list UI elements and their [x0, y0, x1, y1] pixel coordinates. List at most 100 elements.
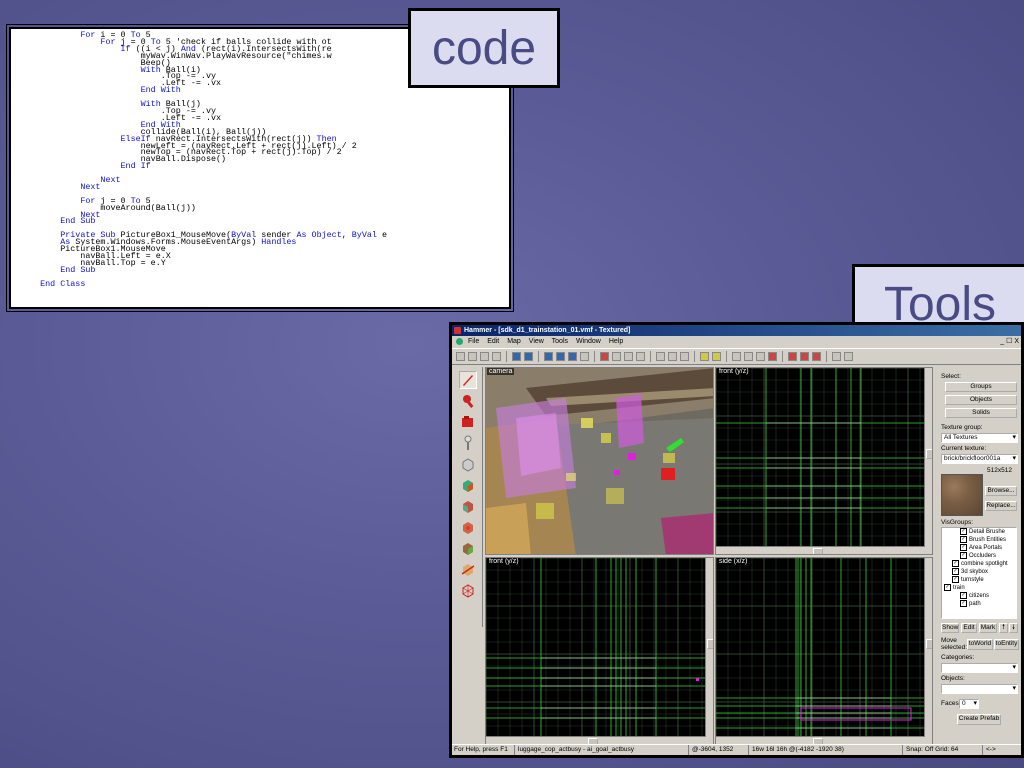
scroll-thumb[interactable] [707, 638, 713, 649]
displacement-icon[interactable] [812, 352, 821, 361]
texture-group-select[interactable]: All Textures [941, 433, 1018, 443]
visgroups-tree[interactable]: ✓ Detail Brushe ✓ Brush Entities ✓ Area Porta… [941, 527, 1017, 619]
visgroup-item[interactable]: ✓ citizens [942, 592, 1016, 600]
faces-input[interactable]: 0 [959, 699, 979, 709]
vertical-scrollbar[interactable] [924, 368, 932, 547]
cut-icon[interactable] [656, 352, 665, 361]
window-titlebar[interactable]: Hammer - [sdk_d1_trainstation_01.vmf - T… [452, 325, 1021, 336]
vertex-tool[interactable] [459, 581, 477, 599]
grid-smaller-icon[interactable] [480, 352, 489, 361]
entity-report-icon[interactable] [768, 352, 777, 361]
current-texture-select[interactable]: brick/brickfloor001a [941, 454, 1018, 464]
magnify-tool[interactable] [459, 392, 477, 410]
objects-select[interactable] [941, 684, 1018, 694]
create-prefab-button[interactable]: Create Prefab [957, 714, 1001, 725]
texture-app-icon[interactable] [756, 352, 765, 361]
to-world-button[interactable]: toWorld [967, 639, 993, 650]
group-icon[interactable] [512, 352, 521, 361]
visgroup-item[interactable]: ✓ 3d skybox [942, 568, 1016, 576]
side-viewport[interactable]: side (x/z) [715, 557, 933, 745]
menu-file[interactable]: File [468, 338, 479, 345]
selection-tool[interactable] [459, 371, 477, 389]
menu-edit[interactable]: Edit [487, 338, 499, 345]
visgroup-checkbox[interactable]: ✓ [960, 528, 967, 535]
move-up-button[interactable]: 🠕 [999, 623, 1008, 633]
visgroup-item[interactable]: ✓ Occluders [942, 552, 1016, 560]
to-entity-button[interactable]: toEntity [994, 639, 1019, 650]
vertical-scrollbar[interactable] [705, 558, 713, 737]
visgroup-item[interactable]: ✓ train [942, 584, 1016, 592]
visgroup-checkbox[interactable]: ✓ [960, 592, 967, 599]
hollow-icon[interactable] [568, 352, 577, 361]
clipboard-icon[interactable] [668, 352, 677, 361]
menu-tools[interactable]: Tools [552, 338, 568, 345]
visgroup-checkbox[interactable]: ✓ [952, 568, 959, 575]
categories-select[interactable] [941, 663, 1018, 673]
camera-tool[interactable] [459, 413, 477, 431]
window-controls[interactable]: _ ☐ X [1000, 337, 1019, 345]
toggle-texture-app-tool[interactable] [459, 476, 477, 494]
visgroup-item[interactable]: ✓ Brush Entities [942, 536, 1016, 544]
visgroup-item[interactable]: ✓ turnstyle [942, 576, 1016, 584]
show-selected-icon[interactable] [580, 352, 589, 361]
texture-lock-icon[interactable] [600, 352, 609, 361]
grid-toggle-icon[interactable] [456, 352, 465, 361]
vertical-scrollbar[interactable] [924, 558, 932, 737]
overlay-tool[interactable] [459, 539, 477, 557]
menu-window[interactable]: Window [576, 338, 601, 345]
visgroup-checkbox[interactable]: ✓ [952, 576, 959, 583]
front-viewport-top-right[interactable]: front (y/z) [715, 367, 933, 555]
menu-help[interactable]: Help [609, 338, 623, 345]
scroll-thumb[interactable] [813, 548, 824, 554]
select-solids-button[interactable]: Solids [945, 408, 1017, 418]
edit-button[interactable]: Edit [961, 623, 977, 633]
copy-icon[interactable] [612, 352, 621, 361]
front-viewport-bottom-left[interactable]: front (y/z) [485, 557, 714, 745]
undo-icon[interactable] [680, 352, 689, 361]
clipping-tool[interactable] [459, 560, 477, 578]
block-tool[interactable] [459, 455, 477, 473]
selection-box-icon[interactable] [732, 352, 741, 361]
browse-button[interactable]: Browse... [985, 486, 1017, 496]
visgroup-checkbox[interactable]: ✓ [944, 584, 951, 591]
select-groups-button[interactable]: Groups [945, 382, 1017, 392]
horizontal-scrollbar[interactable] [486, 736, 713, 744]
instance-icon[interactable] [844, 352, 853, 361]
run-map-icon[interactable] [700, 352, 709, 361]
visgroup-checkbox[interactable]: ✓ [960, 600, 967, 607]
compile-icon[interactable] [712, 352, 721, 361]
scroll-thumb[interactable] [926, 448, 932, 459]
visgroup-checkbox[interactable]: ✓ [960, 536, 967, 543]
visgroup-item[interactable]: ✓ Area Portals [942, 544, 1016, 552]
scroll-thumb[interactable] [926, 638, 932, 649]
mark-button[interactable]: Mark [979, 623, 997, 633]
visgroup-item[interactable]: ✓ path [942, 600, 1016, 608]
cursor-icon[interactable] [744, 352, 753, 361]
visgroup-checkbox[interactable]: ✓ [960, 552, 967, 559]
visgroup-item[interactable]: ✓ combine spotlight [942, 560, 1016, 568]
carve-icon[interactable] [556, 352, 565, 361]
autovisgroup-icon[interactable] [832, 352, 841, 361]
select-objects-button[interactable]: Objects [945, 395, 1017, 405]
visgroup-checkbox[interactable]: ✓ [952, 560, 959, 567]
move-down-button[interactable]: 🠗 [1009, 623, 1018, 633]
entity-tool[interactable] [459, 434, 477, 452]
decal-tool[interactable] [459, 518, 477, 536]
horizontal-scrollbar[interactable] [716, 546, 932, 554]
paste-special-icon[interactable] [636, 352, 645, 361]
overlay-icon[interactable] [800, 352, 809, 361]
visgroup-item[interactable]: ✓ Detail Brushe [942, 528, 1016, 536]
replace-button[interactable]: Replace... [985, 501, 1017, 511]
decal-icon[interactable] [788, 352, 797, 361]
paste-icon[interactable] [624, 352, 633, 361]
visgroup-checkbox[interactable]: ✓ [960, 544, 967, 551]
camera-viewport[interactable]: camera [485, 367, 714, 555]
menu-view[interactable]: View [529, 338, 544, 345]
show-button[interactable]: Show [941, 623, 959, 633]
horizontal-scrollbar[interactable] [716, 736, 932, 744]
apply-texture-tool[interactable] [459, 497, 477, 515]
ungroup-icon[interactable] [524, 352, 533, 361]
hide-icon[interactable] [544, 352, 553, 361]
grid-larger-icon[interactable] [492, 352, 501, 361]
menu-map[interactable]: Map [507, 338, 521, 345]
